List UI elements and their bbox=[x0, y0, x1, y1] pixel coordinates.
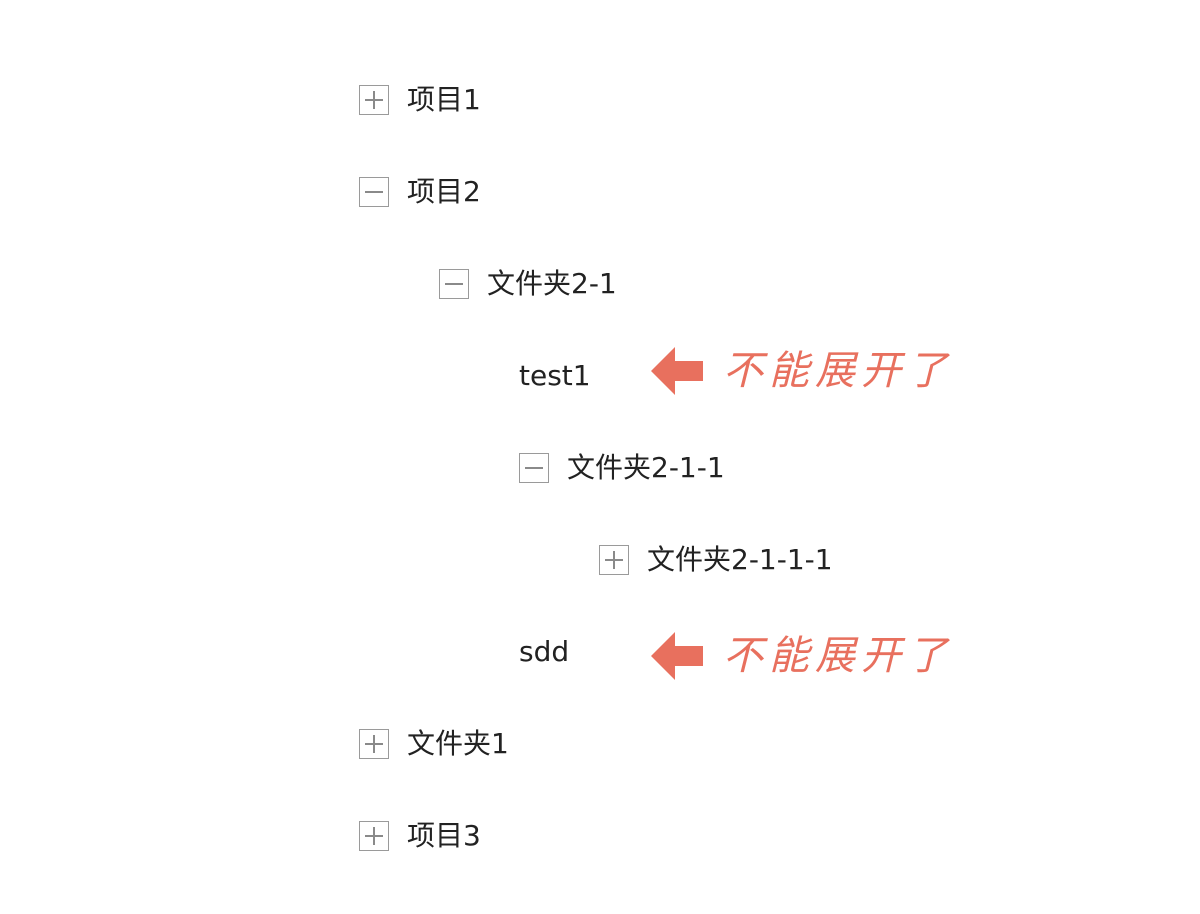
collapse-icon[interactable] bbox=[439, 269, 469, 299]
annotation-test1: 不能展开了 bbox=[651, 346, 953, 396]
tree-node-label[interactable]: sdd bbox=[519, 632, 569, 672]
tree-node-item1[interactable]: 项目1 bbox=[359, 80, 481, 120]
tree-node-label[interactable]: test1 bbox=[519, 356, 591, 396]
tree-node-label[interactable]: 项目2 bbox=[407, 172, 481, 212]
collapse-icon[interactable] bbox=[359, 177, 389, 207]
tree-node-folder2-1-1-1[interactable]: 文件夹2-1-1-1 bbox=[599, 540, 833, 580]
expand-icon[interactable] bbox=[599, 545, 629, 575]
tree-node-label[interactable]: 文件夹2-1 bbox=[487, 264, 617, 304]
annotation-sdd: 不能展开了 bbox=[651, 631, 953, 681]
annotation-note: 不能展开了 bbox=[723, 633, 953, 679]
tree-node-folder1[interactable]: 文件夹1 bbox=[359, 724, 509, 764]
left-arrow-icon bbox=[651, 632, 703, 680]
tree-node-item3[interactable]: 项目3 bbox=[359, 816, 481, 856]
tree-view: 项目1 项目2 文件夹2-1 test1 文件夹2-1-1 文件夹2-1-1-1… bbox=[0, 0, 1200, 914]
tree-node-sdd[interactable]: sdd bbox=[519, 632, 569, 672]
expand-icon[interactable] bbox=[359, 85, 389, 115]
tree-node-folder2-1[interactable]: 文件夹2-1 bbox=[439, 264, 617, 304]
expand-icon[interactable] bbox=[359, 729, 389, 759]
tree-node-item2[interactable]: 项目2 bbox=[359, 172, 481, 212]
tree-node-label[interactable]: 文件夹2-1-1 bbox=[567, 448, 725, 488]
expand-icon[interactable] bbox=[359, 821, 389, 851]
tree-node-label[interactable]: 文件夹1 bbox=[407, 724, 509, 764]
annotation-note: 不能展开了 bbox=[723, 348, 953, 394]
tree-node-folder2-1-1[interactable]: 文件夹2-1-1 bbox=[519, 448, 725, 488]
tree-node-test1[interactable]: test1 bbox=[519, 356, 591, 396]
collapse-icon[interactable] bbox=[519, 453, 549, 483]
tree-node-label[interactable]: 项目3 bbox=[407, 816, 481, 856]
tree-node-label[interactable]: 文件夹2-1-1-1 bbox=[647, 540, 833, 580]
left-arrow-icon bbox=[651, 347, 703, 395]
tree-node-label[interactable]: 项目1 bbox=[407, 80, 481, 120]
